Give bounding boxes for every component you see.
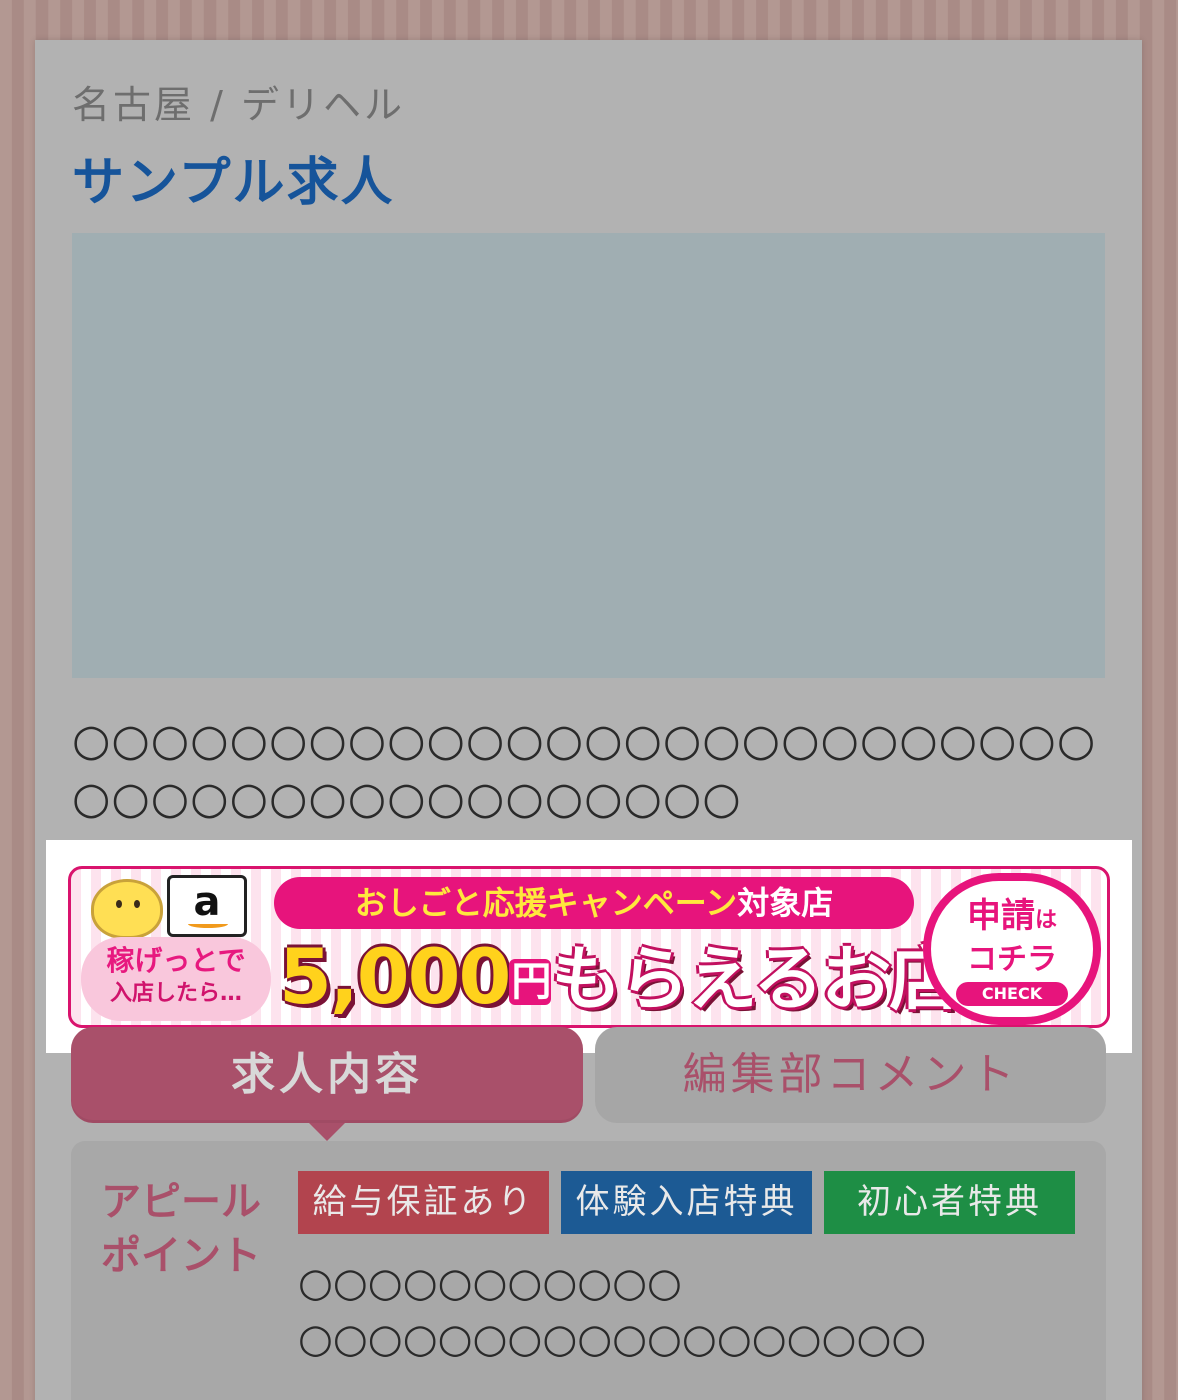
campaign-tail-text: 対象店 xyxy=(737,884,834,922)
yen-mark: 円 xyxy=(509,959,552,1005)
earn-line-2: 入店したら… xyxy=(109,981,242,1006)
amount-tail: もらえるお店 xyxy=(551,938,959,1020)
apply-button[interactable]: 申請は コチラ CHECK xyxy=(923,873,1101,1025)
amazon-gift-card-icon: a xyxy=(167,875,247,937)
job-description: ○○○○○○○○○○○○○○○○○○○○○○○○○○○○○○○○○○○○○○○○… xyxy=(72,715,1097,824)
apply-ha: は xyxy=(1034,908,1057,933)
campaign-banner[interactable]: a 稼げっとで 入店したら… おしごと応援キャンペーン対象店 5,000円もらえ… xyxy=(68,866,1110,1028)
page-title: サンプル求人 xyxy=(72,153,395,213)
breadcrumb[interactable]: 名古屋 / デリヘル xyxy=(72,74,405,129)
campaign-main-text: おしごと応援キャンペーン xyxy=(354,884,738,922)
appeal-label-line-1: アピール xyxy=(101,1179,261,1225)
earn-line-1: 稼げっとで xyxy=(106,944,246,977)
tag-salary-guarantee: 給与保証あり xyxy=(298,1171,549,1234)
check-badge: CHECK xyxy=(956,982,1068,1006)
tag-beginner-bonus: 初心者特典 xyxy=(824,1171,1075,1234)
amount-number: 5,000 xyxy=(279,932,511,1021)
amazon-smile-icon xyxy=(188,920,228,928)
reward-amount: 5,000円もらえるお店 xyxy=(279,931,959,1023)
campaign-heading: おしごと応援キャンペーン対象店 xyxy=(274,877,914,929)
hero-image-placeholder xyxy=(72,233,1105,678)
earn-bubble: 稼げっとで 入店したら… xyxy=(81,937,271,1021)
campaign-banner-wrapper: a 稼げっとで 入店したら… おしごと応援キャンペーン対象店 5,000円もらえ… xyxy=(46,840,1132,1053)
appeal-label: アピール ポイント xyxy=(101,1175,261,1283)
appeal-text: ○○○○○○○○○○○ ○○○○○○○○○○○○○○○○○○ xyxy=(298,1255,1088,1367)
apply-text: 申請 xyxy=(966,896,1035,936)
tab-job-details[interactable]: 求人内容 xyxy=(71,1027,583,1141)
apply-line-2: コチラ xyxy=(967,942,1057,977)
appeal-panel: アピール ポイント 給与保証あり 体験入店特典 初心者特典 ○○○○○○○○○○… xyxy=(71,1141,1106,1400)
appeal-text-line-2: ○○○○○○○○○○○○○○○○○○ xyxy=(298,1316,927,1362)
tab-editor-comment[interactable]: 編集部コメント xyxy=(595,1027,1106,1123)
tag-trial-bonus: 体験入店特典 xyxy=(561,1171,812,1234)
appeal-text-line-1: ○○○○○○○○○○○ xyxy=(298,1260,682,1306)
appeal-label-line-2: ポイント xyxy=(101,1233,261,1279)
apply-line-1: 申請は xyxy=(931,895,1093,942)
chick-mascot-icon xyxy=(91,879,163,939)
amazon-letter: a xyxy=(193,879,221,925)
